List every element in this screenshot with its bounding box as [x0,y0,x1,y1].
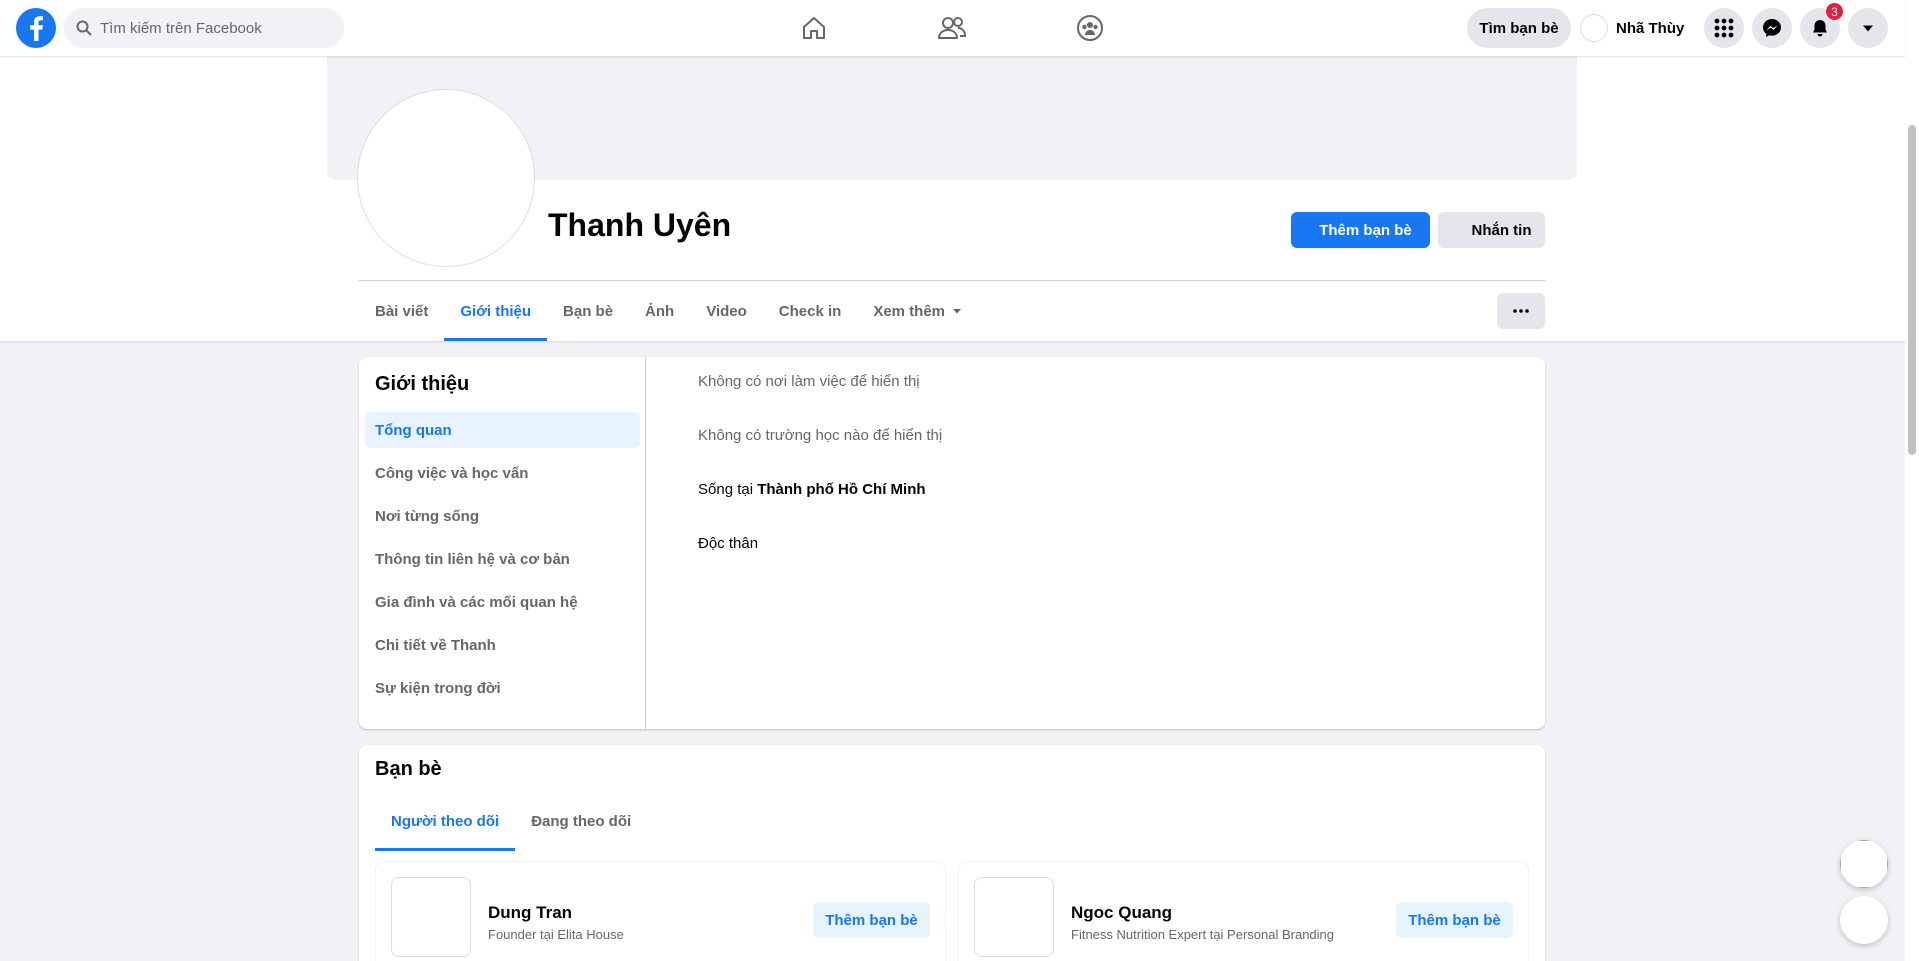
caret-down-icon [953,309,962,314]
menu-grid-icon [1714,18,1734,38]
messenger-button[interactable] [1752,8,1792,48]
message-label: Nhắn tin [1471,221,1532,239]
tab-followers[interactable]: Người theo dõi [375,791,516,851]
friends-list: Dung Tran Founder tại Elita House Thêm b… [375,861,1529,961]
about-sidebar: Giới thiệu Tổng quan Công việc và học vấ… [359,357,646,729]
groups-icon [1077,15,1103,41]
profile-header: Thanh Uyên Thêm bạn bè Nhắn tin Bài viết… [0,56,1905,341]
tab-about[interactable]: Giới thiệu [444,281,547,341]
tab-posts[interactable]: Bài viết [359,281,444,341]
friend-subtitle: Fitness Nutrition Expert tại Personal Br… [1071,927,1335,942]
message-button[interactable]: Nhắn tin [1438,212,1545,248]
profile-name: Thanh Uyên [548,207,732,243]
add-friend-button[interactable]: Thêm bạn bè [1291,212,1430,248]
about-nav-life-events[interactable]: Sự kiện trong đời [365,670,640,706]
tab-photos[interactable]: Ảnh [629,281,690,341]
about-nav-overview[interactable]: Tổng quan [365,412,640,448]
messenger-icon [1763,19,1781,37]
bell-icon [1813,20,1827,37]
more-options-button[interactable] [1497,293,1545,329]
friend-name[interactable]: Dung Tran [488,903,572,923]
tab-friends[interactable]: Bạn bè [547,281,629,341]
friend-photo[interactable] [391,877,471,957]
tab-following[interactable]: Đang theo dõi [515,791,647,851]
tab-see-more-label: Xem thêm [873,302,946,320]
user-profile-link[interactable]: Nhã Thùy [1580,8,1684,48]
current-city-info: Sống tại Thành phố Hồ Chí Minh [698,481,926,498]
page-scrollbar[interactable] [1905,0,1919,961]
about-card: Giới thiệu Tổng quan Công việc và học vấ… [359,357,1545,729]
ellipsis-icon [1513,309,1529,313]
about-nav-family-relationships[interactable]: Gia đình và các mối quan hệ [365,584,640,620]
friend-subtitle: Founder tại Elita House [488,927,624,942]
education-info: Không có trường học nào để hiển thị [698,427,943,444]
top-navigation-bar: Tìm bạn bè Nhã Thùy 3 [0,0,1905,56]
search-icon [76,20,92,36]
list-item: Dung Tran Founder tại Elita House Thêm b… [375,861,946,961]
friends-title: Bạn bè [375,758,442,780]
friend-photo[interactable] [974,877,1054,957]
find-friends-button[interactable]: Tìm bạn bè [1467,8,1571,48]
new-message-button[interactable] [1840,896,1888,944]
about-nav-contact-basic-info[interactable]: Thông tin liên hệ và cơ bản [365,541,640,577]
current-city-prefix: Sống tại [698,481,758,498]
broken-image-icon [1840,840,1888,888]
profile-picture[interactable] [358,90,534,266]
friends-card: Bạn bè Người theo dõi Đang theo dõi Dung… [359,745,1545,961]
add-friend-button[interactable]: Thêm bạn bè [813,902,930,938]
find-friends-label: Tìm bạn bè [1479,19,1559,37]
menu-button[interactable] [1704,8,1744,48]
search-box[interactable] [64,8,344,48]
friends-tabs: Người theo dõi Đang theo dõi [375,791,647,851]
nav-groups[interactable] [1034,0,1146,56]
notification-badge: 3 [1825,2,1844,21]
friends-icon [938,17,966,39]
about-nav-details[interactable]: Chi tiết về Thanh [365,627,640,663]
tab-videos[interactable]: Video [690,281,763,341]
work-info: Không có nơi làm việc để hiển thị [698,373,920,390]
relationship-info: Độc thân [698,535,759,552]
notifications-button[interactable]: 3 [1800,2,1844,48]
user-avatar [1580,14,1608,42]
home-icon [803,17,825,39]
tab-see-more[interactable]: Xem thêm [857,281,979,341]
account-menu-button[interactable] [1848,8,1888,48]
caret-down-icon [1863,25,1873,32]
search-input[interactable] [100,19,320,37]
about-nav-places-lived[interactable]: Nơi từng sống [365,498,640,534]
nav-friends[interactable] [896,0,1008,56]
about-nav: Tổng quan Công việc và học vấn Nơi từng … [365,412,640,713]
about-nav-work-education[interactable]: Công việc và học vấn [365,455,640,491]
about-title: Giới thiệu [375,373,470,395]
chat-head-button[interactable] [1840,840,1888,888]
user-name: Nhã Thùy [1616,19,1685,37]
add-friend-button[interactable]: Thêm bạn bè [1396,902,1513,938]
facebook-logo-icon[interactable] [16,8,56,48]
current-city-link[interactable]: Thành phố Hồ Chí Minh [757,481,925,498]
list-item: Ngoc Quang Fitness Nutrition Expert tại … [958,861,1529,961]
nav-home[interactable] [758,0,870,56]
scrollbar-thumb[interactable] [1908,125,1916,455]
friend-name[interactable]: Ngoc Quang [1071,903,1172,923]
tab-checkins[interactable]: Check in [763,281,858,341]
add-friend-label: Thêm bạn bè [1319,221,1412,239]
profile-tabs: Bài viết Giới thiệu Bạn bè Ảnh Video Che… [359,281,979,341]
